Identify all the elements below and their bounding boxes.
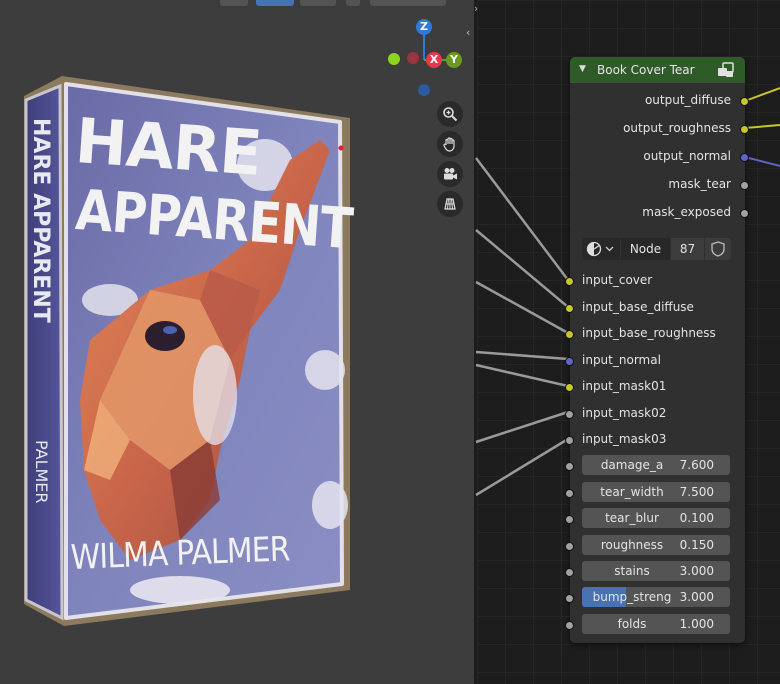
node-header[interactable]: ▼ Book Cover Tear [570,57,745,83]
field-tear-blur[interactable]: tear_blur 0.100 [582,508,730,528]
field-damage-a[interactable]: damage_a 7.600 [582,455,730,475]
field-value: 3.000 [679,590,714,604]
output-socket-label: mask_exposed [642,205,731,219]
node-group-icon[interactable] [717,62,735,78]
output-socket[interactable] [740,125,749,134]
input-socket[interactable] [565,621,574,630]
field-tear-width[interactable]: tear_width 7.500 [582,482,730,502]
field-value: 0.100 [679,511,714,525]
input-socket-label: input_base_roughness [582,326,716,340]
input-socket[interactable] [565,304,574,313]
field-value: 3.000 [679,564,714,578]
fake-user-button[interactable] [705,238,731,260]
output-socket-label: output_diffuse [644,93,731,107]
output-socket[interactable] [740,209,749,218]
input-socket[interactable] [565,330,574,339]
field-label: tear_width [600,485,664,499]
output-socket[interactable] [740,97,749,106]
node-tree-name[interactable]: Node [621,238,670,260]
input-socket[interactable] [565,594,574,603]
input-socket[interactable] [565,410,574,419]
field-value: 7.500 [679,485,714,499]
node-title: Book Cover Tear [597,63,695,77]
input-socket[interactable] [565,542,574,551]
field-label: folds [617,617,647,631]
output-socket[interactable] [740,181,749,190]
input-socket-label: input_normal [582,353,661,367]
field-label: roughness [600,538,664,552]
chevron-left-icon[interactable]: ‹ [466,26,470,39]
field-value: 7.600 [679,458,714,472]
field-bump-strength[interactable]: bump_streng 3.000 [582,587,730,607]
input-socket[interactable] [565,515,574,524]
input-socket[interactable] [565,436,574,445]
book-title-line1: HARE [72,104,264,190]
node-book-cover-tear[interactable]: ▼ Book Cover Tear output_diffuse output_… [570,57,745,643]
node-tree-browse-button[interactable] [582,238,620,260]
field-value: 0.150 [679,538,714,552]
input-socket-label: input_cover [582,273,653,287]
output-socket-label: output_normal [643,149,731,163]
output-socket[interactable] [740,153,749,162]
node-tree-icon [586,241,614,257]
field-stains[interactable]: stains 3.000 [582,561,730,581]
field-label: bump_streng [592,590,672,604]
collapse-arrow-icon[interactable]: ▼ [579,64,586,74]
input-socket[interactable] [565,489,574,498]
book-cover-art [24,76,350,626]
book-model: HARE APPARENT WILMA PALMER HARE APPARENT… [0,0,474,684]
field-label: tear_blur [605,511,659,525]
shield-icon [711,241,725,257]
field-folds[interactable]: folds 1.000 [582,614,730,634]
input-socket-label: input_mask02 [582,406,667,420]
node-tree-users-count[interactable]: 87 [671,238,704,260]
field-roughness[interactable]: roughness 0.150 [582,535,730,555]
output-socket-label: mask_tear [668,177,731,191]
input-socket-label: input_mask03 [582,432,667,446]
spine-author: PALMER [32,440,51,504]
spine-title: HARE APPARENT [28,118,53,323]
output-socket-label: output_roughness [623,121,731,135]
input-socket[interactable] [565,383,574,392]
field-label: damage_a [600,458,664,472]
3d-viewport[interactable]: Z X Y HARE APPARENT WILMA PALMER HARE AP… [0,0,474,684]
field-label: stains [614,564,650,578]
field-value: 1.000 [679,617,714,631]
input-socket[interactable] [565,357,574,366]
input-socket-label: input_base_diffuse [582,300,694,314]
input-socket[interactable] [565,462,574,471]
input-socket[interactable] [565,277,574,286]
input-socket-label: input_mask01 [582,379,667,393]
input-socket[interactable] [565,568,574,577]
